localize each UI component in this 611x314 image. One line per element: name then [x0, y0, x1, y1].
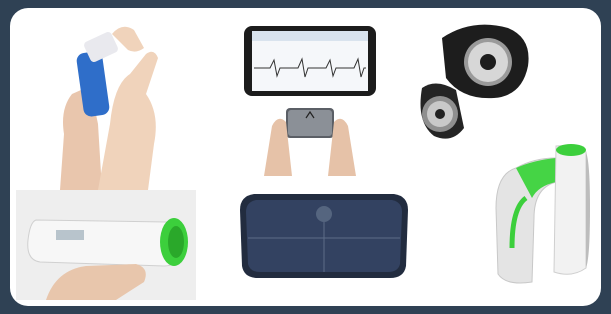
- product-collage-panel: [10, 8, 601, 306]
- smart-thermometer-image: [16, 190, 196, 300]
- smartphone-ecg-image: [242, 26, 378, 176]
- smart-scale-image: [238, 194, 410, 280]
- blood-pressure-monitor-image: [486, 138, 596, 288]
- activity-tracker-image: [412, 18, 542, 148]
- inhaler-device-image: [50, 14, 170, 190]
